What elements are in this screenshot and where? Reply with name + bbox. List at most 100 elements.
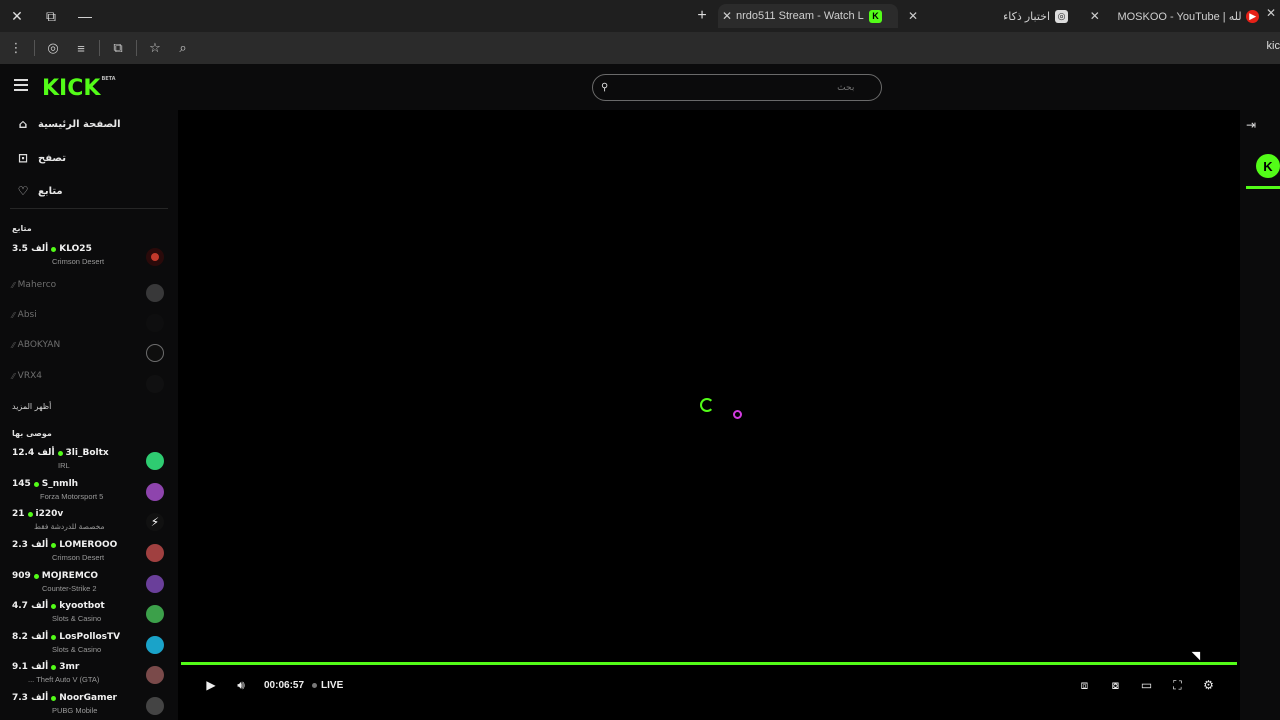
profile-icon[interactable]: ◎: [39, 34, 67, 62]
recommended-channel[interactable]: 4.7 ألف kyootbot Slots & Casino: [12, 601, 166, 629]
channel-header: ⁄⁄ VRX4: [12, 371, 42, 381]
youtube-favicon-icon: ▶: [1246, 9, 1259, 23]
active-indicator: [1246, 186, 1280, 189]
channel-category: Crimson Desert: [52, 257, 105, 266]
avatar: [146, 636, 164, 654]
following-channel[interactable]: ⁄⁄ VRX4: [12, 371, 166, 399]
live-label: LIVE: [321, 679, 344, 691]
show-more-link[interactable]: أظهر المزيد: [12, 402, 51, 411]
live-dot-icon: [33, 481, 39, 487]
following-channel[interactable]: ⁄⁄ Maherco: [12, 280, 166, 308]
channel-name: Absi: [17, 310, 37, 320]
avatar: [146, 697, 164, 715]
recommended-channel[interactable]: 909 MOJREMCO Counter-Strike 2: [12, 571, 166, 599]
recommended-channel[interactable]: 21 i220v مخصصة للدردشة فقط ⚡: [12, 509, 166, 537]
search-icon: ⚲: [601, 82, 609, 93]
kick-avatar-icon[interactable]: K: [1256, 154, 1280, 178]
channel-name: 3li_Boltx: [65, 448, 109, 458]
theater-mode-icon[interactable]: ▭: [1131, 670, 1162, 700]
search-box[interactable]: ⚲: [592, 74, 882, 101]
right-rail: ⇥ K: [1240, 110, 1280, 720]
recommended-channel[interactable]: 2.3 ألف LOMEROOO Crimson Desert: [12, 540, 166, 568]
sidebar-item-browse[interactable]: ⊡ تصفح: [16, 148, 66, 168]
settings-gear-icon[interactable]: ⚙: [1193, 670, 1224, 700]
reading-list-icon[interactable]: ≡: [67, 34, 95, 62]
play-button[interactable]: ▶: [196, 670, 226, 700]
expand-chat-icon[interactable]: ⇥: [1246, 118, 1256, 132]
following-channel[interactable]: ⁄⁄ ABOKYAN: [12, 340, 166, 368]
site-header: KICKBETA ⚲: [0, 64, 1280, 110]
channel-header: 4.7 ألف kyootbot: [12, 601, 105, 611]
live-dot-icon: [33, 573, 39, 579]
new-tab-button[interactable]: +: [692, 6, 712, 26]
logo-text: KICK: [42, 76, 101, 101]
kick-logo[interactable]: KICKBETA: [42, 76, 116, 101]
tab-close-icon[interactable]: ✕: [718, 9, 736, 23]
viewer-count: 2.3 ألف: [12, 540, 49, 550]
tab-youtube[interactable]: ✕ MOSKOO - YouTube | عبدالله ▶: [1086, 4, 1264, 28]
channel-category: Forza Motorsport 5: [40, 492, 104, 501]
tab-title: MOSKOO - YouTube | عبدالله: [1117, 10, 1242, 23]
viewer-count: 4.7 ألف: [12, 601, 49, 611]
beta-badge: BETA: [101, 76, 116, 82]
channel-name: 3mr: [59, 662, 80, 672]
menu-dots-icon[interactable]: ⋮: [2, 34, 30, 62]
sidebar-item-following[interactable]: ♡ متابع: [16, 181, 63, 201]
channel-header: 12.4 ألف 3li_Boltx: [12, 448, 109, 458]
tab-title: اختبار ذكاء: [1003, 10, 1050, 23]
close-window-icon[interactable]: ✕: [0, 0, 34, 32]
tab-quiz[interactable]: ✕ اختبار ذكاء ◎: [904, 4, 1084, 28]
recommended-channel[interactable]: 12.4 ألف 3li_Boltx IRL: [12, 448, 166, 476]
bookmark-star-icon[interactable]: ☆: [141, 34, 169, 62]
channel-header: 2.3 ألف LOMEROOO: [12, 540, 117, 550]
tab-title: nrdo511 Stream - Watch Live o: [736, 10, 864, 22]
clip-icon[interactable]: ⧇: [1100, 670, 1131, 700]
address-bar[interactable]: kic: [1267, 40, 1280, 52]
avatar: [146, 544, 164, 562]
tab-close-icon[interactable]: ✕: [1266, 6, 1280, 26]
browser-toolbar: ⋮ ◎ ≡ ⧉ ☆ ⌕ kic: [0, 32, 1280, 64]
extensions-icon[interactable]: ⧉: [104, 34, 132, 62]
recommended-channel[interactable]: 145 S_nmlh Forza Motorsport 5: [12, 479, 166, 507]
loading-spinner-icon: [700, 398, 714, 412]
channel-header: 21 i220v: [12, 509, 63, 519]
tab-kick-stream[interactable]: ✕ nrdo511 Stream - Watch Live o K: [718, 4, 898, 28]
recommended-channel[interactable]: 7.3 ألف NoorGamer PUBG Mobile: [12, 693, 166, 720]
player-controls: ▶ 🔊︎ 00:06:57 LIVE ⧈ ⧇ ▭ ⛶ ⚙: [178, 670, 1240, 700]
sidebar-item-home[interactable]: ⌂ الصفحة الرئيسية: [16, 114, 121, 134]
avatar: [146, 666, 164, 684]
channel-name: VRX4: [17, 371, 42, 381]
viewer-count: 909: [12, 571, 31, 581]
recommended-channel[interactable]: 8.2 ألف LosPollosTV Slots & Casino: [12, 632, 166, 660]
video-player[interactable]: ▶ 🔊︎ 00:06:57 LIVE ⧈ ⧇ ▭ ⛶ ⚙: [178, 110, 1240, 720]
globe-favicon-icon: ◎: [1055, 9, 1068, 23]
following-channel[interactable]: 3.5 ألف KLO25 Crimson Desert: [12, 244, 166, 272]
volume-button[interactable]: 🔊︎: [226, 670, 256, 700]
tab-close-icon[interactable]: ✕: [1086, 9, 1103, 23]
viewer-count: 3.5 ألف: [12, 244, 49, 254]
following-channel[interactable]: ⁄⁄ Absi: [12, 310, 166, 338]
mouse-pointer-icon: [1191, 647, 1205, 661]
sidebar-item-label: متابع: [38, 185, 63, 197]
browser-tab-strip: ✕ ⧉ — + ✕ nrdo511 Stream - Watch Live o …: [0, 0, 1280, 32]
toolbar-divider: [136, 40, 137, 56]
recommended-section-title: موصى بها: [12, 429, 52, 438]
following-section-title: متابع: [12, 224, 32, 233]
avatar: [146, 284, 164, 302]
avatar: [146, 605, 164, 623]
progress-bar[interactable]: [181, 662, 1237, 665]
live-dot-icon: [51, 664, 57, 670]
sidebar-divider: [10, 208, 168, 209]
hamburger-menu-icon[interactable]: [14, 79, 28, 91]
tab-close-icon[interactable]: ✕: [904, 9, 922, 23]
recommended-channel[interactable]: 9.1 ألف 3mr ... Theft Auto V (GTA): [12, 662, 166, 690]
minimize-window-icon[interactable]: —: [68, 0, 102, 32]
search-zoom-icon[interactable]: ⌕: [169, 34, 197, 62]
restore-window-icon[interactable]: ⧉: [34, 0, 68, 32]
search-input[interactable]: [614, 82, 855, 93]
offline-icon: ⁄⁄: [12, 310, 15, 320]
offline-icon: ⁄⁄: [12, 340, 15, 350]
channel-category: IRL: [58, 461, 70, 470]
fullscreen-icon[interactable]: ⛶: [1162, 670, 1193, 700]
mini-player-icon[interactable]: ⧈: [1069, 670, 1100, 700]
